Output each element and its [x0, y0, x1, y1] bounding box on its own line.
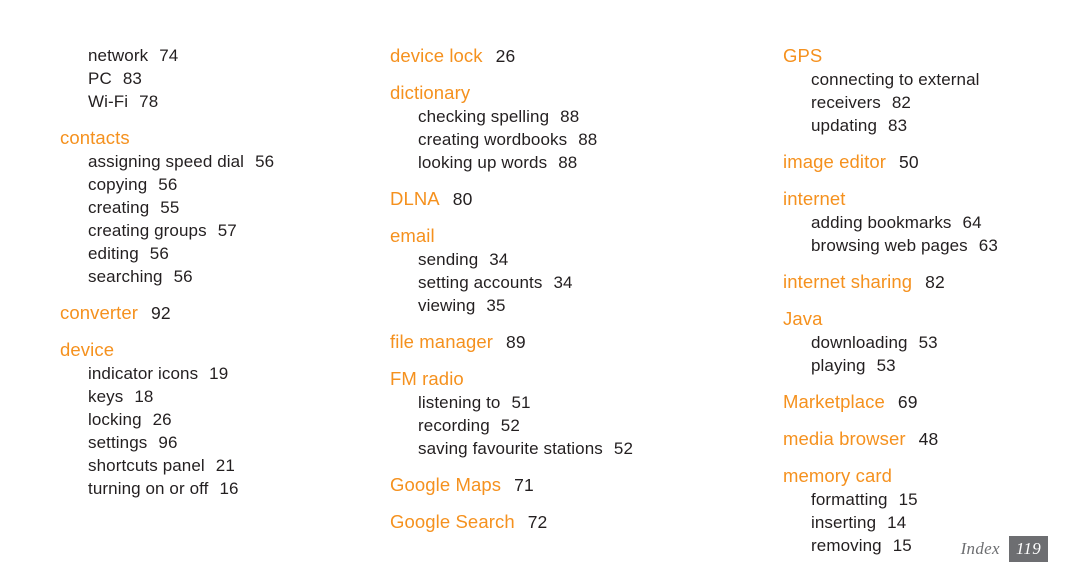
page-number: 53	[918, 333, 938, 352]
index-subentry-wrap: receivers 82	[811, 93, 911, 112]
page-number: 63	[978, 236, 998, 255]
page-number: 83	[888, 116, 908, 135]
page-number: 15	[892, 536, 912, 555]
page-number: 50	[899, 152, 919, 172]
page-number: 69	[897, 392, 918, 412]
index-subentry: playing 53	[811, 356, 896, 375]
page-number: 53	[876, 356, 896, 375]
index-subentry: inserting 14	[811, 513, 907, 532]
index-page: network 74 PC 83 Wi-Fi 78 contacts assigning sp…	[0, 0, 1080, 586]
page-number: 15	[898, 490, 918, 509]
index-column-3: GPS connecting to external receivers 82 upda…	[783, 45, 998, 555]
index-subentry: updating 83	[811, 116, 908, 135]
page-number: 82	[925, 272, 945, 292]
index-subentry: removing 15	[811, 536, 912, 555]
footer-section-label: Index	[960, 539, 1000, 558]
index-subentry: connecting to external	[811, 70, 980, 89]
page-number: 48	[918, 429, 939, 449]
footer-page-number: 119	[1008, 536, 1048, 562]
index-subentry: adding bookmarks 64	[811, 213, 982, 232]
index-subentry: formatting 15	[811, 490, 918, 509]
page-number: 82	[891, 93, 911, 112]
index-subentry: downloading 53	[811, 333, 938, 352]
index-columns: network 74 PC 83 Wi-Fi 78 contacts assigning sp…	[0, 0, 1080, 586]
page-number: 64	[962, 213, 982, 232]
index-subentry: browsing web pages 63	[811, 236, 998, 255]
page-footer: Index 119	[961, 536, 1048, 562]
page-number: 14	[887, 513, 907, 532]
